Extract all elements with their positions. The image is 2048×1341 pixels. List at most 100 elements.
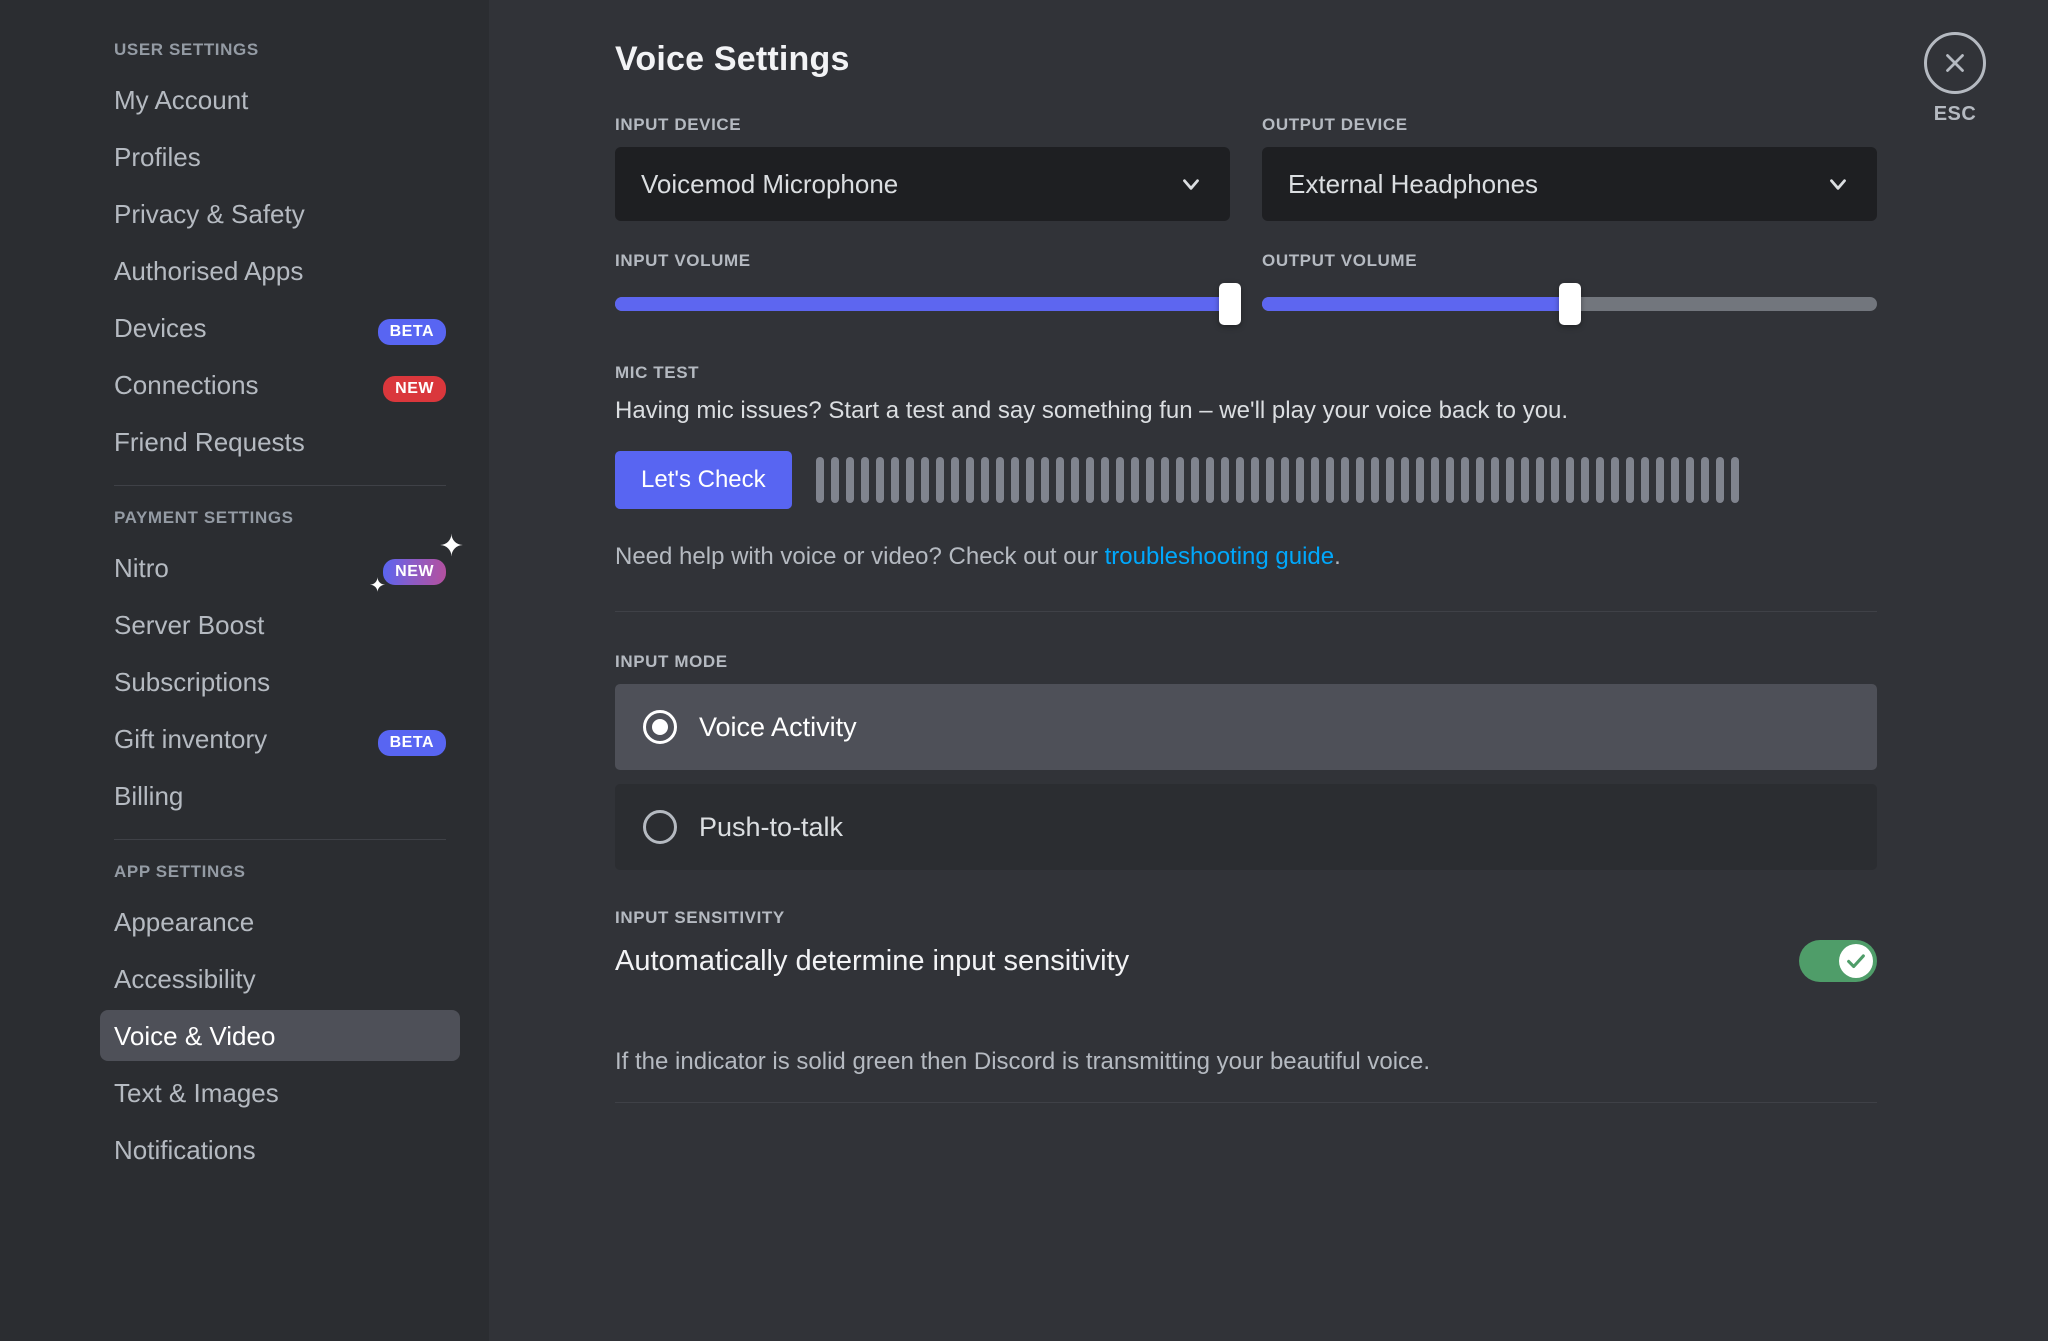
troubleshooting-guide-link[interactable]: troubleshooting guide bbox=[1105, 543, 1335, 570]
sidebar-item-subscriptions[interactable]: Subscriptions bbox=[100, 656, 460, 707]
meter-bar bbox=[1566, 457, 1574, 503]
indicator-note: If the indicator is solid green then Dis… bbox=[615, 1048, 1877, 1076]
meter-bar bbox=[1266, 457, 1274, 503]
sidebar-item-label: Accessibility bbox=[114, 966, 256, 992]
sidebar-item-notifications[interactable]: Notifications bbox=[100, 1124, 460, 1175]
meter-bar bbox=[1491, 457, 1499, 503]
meter-bar bbox=[1116, 457, 1124, 503]
meter-bar bbox=[831, 457, 839, 503]
sidebar-item-label: Notifications bbox=[114, 1137, 256, 1163]
slider-thumb[interactable] bbox=[1219, 283, 1241, 325]
meter-bar bbox=[1386, 457, 1394, 503]
input-sensitivity-section: INPUT SENSITIVITY Automatically determin… bbox=[615, 908, 1877, 1076]
input-mode-label: INPUT MODE bbox=[615, 652, 1877, 672]
output-volume-slider[interactable] bbox=[1262, 283, 1877, 325]
mic-test-description: Having mic issues? Start a test and say … bbox=[615, 395, 1877, 427]
sidebar-item-devices[interactable]: DevicesBETA bbox=[100, 302, 460, 353]
input-mode-option-push-to-talk[interactable]: Push-to-talk bbox=[615, 784, 1877, 870]
sidebar-item-accessibility[interactable]: Accessibility bbox=[100, 953, 460, 1004]
voice-settings-panel: Voice Settings INPUT DEVICE Voicemod Mic… bbox=[489, 0, 2048, 1103]
toggle-knob bbox=[1839, 944, 1873, 978]
meter-bar bbox=[1206, 457, 1214, 503]
slider-thumb[interactable] bbox=[1559, 283, 1581, 325]
close-icon[interactable] bbox=[1924, 32, 1986, 94]
sidebar-item-nitro[interactable]: Nitro NEW✦✦ bbox=[100, 542, 460, 593]
input-volume-slider[interactable] bbox=[615, 283, 1230, 325]
settings-sidebar: USER SETTINGS My Account Profiles Privacy &… bbox=[0, 0, 489, 1341]
meter-bar bbox=[1041, 457, 1049, 503]
sidebar-item-server-boost[interactable]: Server Boost bbox=[100, 599, 460, 650]
meter-bar bbox=[1161, 457, 1169, 503]
sidebar-item-label: Nitro bbox=[114, 555, 169, 581]
page-title: Voice Settings bbox=[615, 40, 1877, 79]
output-device-select[interactable]: External Headphones bbox=[1262, 147, 1877, 221]
sidebar-item-connections[interactable]: ConnectionsNEW bbox=[100, 359, 460, 410]
output-device-group: OUTPUT DEVICE External Headphones bbox=[1262, 115, 1877, 221]
meter-bar bbox=[906, 457, 914, 503]
output-device-label: OUTPUT DEVICE bbox=[1262, 115, 1877, 135]
meter-bar bbox=[1476, 457, 1484, 503]
sidebar-item-voice-video[interactable]: Voice & Video bbox=[100, 1010, 460, 1061]
meter-bar bbox=[951, 457, 959, 503]
meter-bar bbox=[981, 457, 989, 503]
help-note-suffix: . bbox=[1334, 543, 1341, 570]
meter-bar bbox=[1131, 457, 1139, 503]
radio-icon[interactable] bbox=[643, 810, 677, 844]
sidebar-item-profiles[interactable]: Profiles bbox=[100, 131, 460, 182]
sidebar-item-label: Text & Images bbox=[114, 1080, 279, 1106]
sidebar-item-appearance[interactable]: Appearance bbox=[100, 896, 460, 947]
input-volume-label: INPUT VOLUME bbox=[615, 251, 1230, 271]
input-mode-label: Voice Activity bbox=[699, 712, 857, 743]
close-button[interactable]: ESC bbox=[1924, 32, 1986, 126]
sidebar-item-billing[interactable]: Billing bbox=[100, 770, 460, 821]
lets-check-button[interactable]: Let's Check bbox=[615, 451, 792, 509]
sidebar-item-text-images[interactable]: Text & Images bbox=[100, 1067, 460, 1118]
meter-bar bbox=[1056, 457, 1064, 503]
sidebar-group-header: USER SETTINGS bbox=[100, 40, 460, 60]
input-device-label: INPUT DEVICE bbox=[615, 115, 1230, 135]
meter-bar bbox=[936, 457, 944, 503]
auto-sensitivity-toggle[interactable] bbox=[1799, 940, 1877, 982]
sidebar-divider bbox=[114, 839, 446, 840]
radio-icon[interactable] bbox=[643, 710, 677, 744]
auto-sensitivity-row: Automatically determine input sensitivit… bbox=[615, 940, 1877, 982]
sidebar-item-label: Subscriptions bbox=[114, 669, 270, 695]
sidebar-item-label: Privacy & Safety bbox=[114, 201, 305, 227]
chevron-down-icon bbox=[1178, 171, 1204, 197]
sidebar-list: USER SETTINGS My Account Profiles Privacy &… bbox=[100, 40, 460, 1175]
meter-bar bbox=[846, 457, 854, 503]
divider bbox=[615, 1102, 1877, 1103]
meter-bar bbox=[1086, 457, 1094, 503]
input-mode-option-voice-activity[interactable]: Voice Activity bbox=[615, 684, 1877, 770]
meter-bar bbox=[1176, 457, 1184, 503]
sidebar-item-privacy-safety[interactable]: Privacy & Safety bbox=[100, 188, 460, 239]
sidebar-item-label: Authorised Apps bbox=[114, 258, 303, 284]
sidebar-item-label: Profiles bbox=[114, 144, 201, 170]
meter-bar bbox=[1656, 457, 1664, 503]
meter-bar bbox=[1611, 457, 1619, 503]
sidebar-item-label: Billing bbox=[114, 783, 183, 809]
badge-nitro: NEW bbox=[383, 559, 446, 585]
badge-beta: BETA bbox=[378, 730, 446, 756]
sidebar-item-gift-inventory[interactable]: Gift inventoryBETA bbox=[100, 713, 460, 764]
sidebar-item-friend-requests[interactable]: Friend Requests bbox=[100, 416, 460, 467]
sidebar-item-my-account[interactable]: My Account bbox=[100, 74, 460, 125]
settings-window: USER SETTINGS My Account Profiles Privacy &… bbox=[0, 0, 2048, 1341]
meter-bar bbox=[1371, 457, 1379, 503]
meter-bar bbox=[1221, 457, 1229, 503]
meter-bar bbox=[1521, 457, 1529, 503]
meter-bar bbox=[1416, 457, 1424, 503]
sparkle-icon: ✦ bbox=[369, 576, 386, 596]
sidebar-item-authorised-apps[interactable]: Authorised Apps bbox=[100, 245, 460, 296]
meter-bar bbox=[1626, 457, 1634, 503]
meter-bar bbox=[1296, 457, 1304, 503]
meter-bar bbox=[1071, 457, 1079, 503]
input-device-select[interactable]: Voicemod Microphone bbox=[615, 147, 1230, 221]
help-note: Need help with voice or video? Check out… bbox=[615, 543, 1877, 571]
sidebar-item-badge-wrap: NEW✦✦ bbox=[383, 552, 446, 583]
sidebar-group-header: PAYMENT SETTINGS bbox=[100, 508, 460, 528]
sidebar-item-label: Voice & Video bbox=[114, 1023, 275, 1049]
sidebar-divider bbox=[114, 485, 446, 486]
output-volume-label: OUTPUT VOLUME bbox=[1262, 251, 1877, 271]
meter-bar bbox=[1011, 457, 1019, 503]
